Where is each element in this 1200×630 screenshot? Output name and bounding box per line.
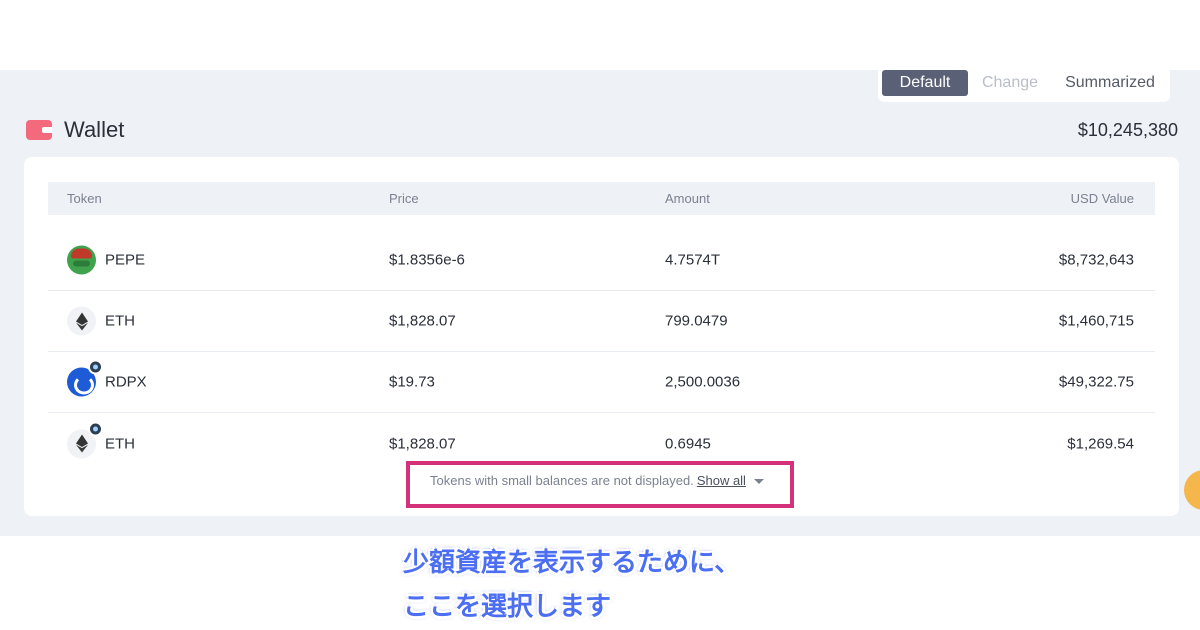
- wallet-title: Wallet: [64, 117, 125, 142]
- tab-change[interactable]: Change: [974, 70, 1046, 96]
- token-symbol: ETH: [105, 312, 135, 330]
- token-usd-value: $8,732,643: [1058, 251, 1134, 269]
- token-price: $1,828.07: [389, 312, 456, 330]
- rdpx-icon: [67, 359, 103, 397]
- token-price: $19.73: [389, 373, 435, 391]
- chain-badge-icon: [88, 359, 103, 375]
- tab-summarized[interactable]: Summarized: [1058, 70, 1162, 96]
- wallet-icon: [26, 120, 52, 140]
- tab-default[interactable]: Default: [882, 70, 968, 96]
- wallet-total-value: $10,245,380: [1077, 120, 1178, 140]
- table-row[interactable]: PEPE $1.8356e-6 4.7574T $8,732,643: [48, 230, 1155, 291]
- token-symbol: ETH: [105, 435, 135, 452]
- caption-line-1: 少額資産を表示するために、: [403, 547, 741, 577]
- token-amount: 4.7574T: [665, 251, 721, 269]
- token-usd-value: $1,269.54: [1067, 435, 1134, 452]
- token-amount: 799.0479: [665, 312, 728, 330]
- table-row[interactable]: ETH $1,828.07 799.0479 $1,460,715: [48, 291, 1155, 352]
- token-amount: 0.6945: [665, 435, 711, 452]
- token-usd-value: $49,322.75: [1058, 373, 1134, 391]
- header-amount: Amount: [665, 191, 710, 206]
- token-amount: 2,500.0036: [665, 373, 741, 391]
- eth-icon: [67, 421, 103, 458]
- token-symbol: RDPX: [105, 373, 147, 391]
- token-usd-value: $1,460,715: [1058, 312, 1134, 330]
- chain-badge-icon: [88, 421, 103, 436]
- token-price: $1.8356e-6: [389, 251, 465, 269]
- view-tabs: Default Change Summarized: [878, 66, 1170, 102]
- eth-icon: [67, 306, 96, 336]
- header-price: Price: [389, 191, 419, 206]
- token-symbol: PEPE: [105, 251, 146, 269]
- highlight-annotation-box: [406, 461, 794, 508]
- token-price: $1,828.07: [389, 435, 456, 452]
- annotation-caption: 少額資産を表示するために、 ここを選択します: [403, 540, 740, 628]
- table-header: Token Price Amount USD Value: [48, 182, 1155, 215]
- header-usd-value: USD Value: [1070, 191, 1134, 206]
- header-token: Token: [67, 191, 102, 206]
- table-row[interactable]: RDPX $19.73 2,500.0036 $49,322.75: [48, 352, 1155, 413]
- caption-line-2: ここを選択します: [403, 591, 612, 621]
- pepe-icon: [67, 245, 96, 275]
